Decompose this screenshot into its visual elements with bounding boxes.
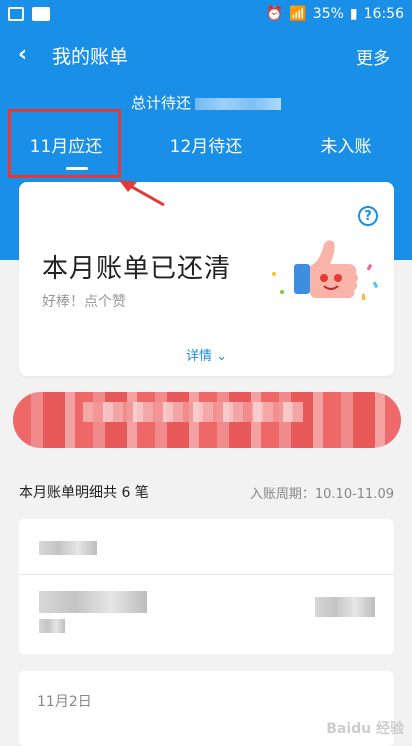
annotation-arrow <box>119 180 165 207</box>
praise-text: 好棒！点个赞 <box>42 294 126 310</box>
tab-unposted[interactable]: 未入账 <box>290 133 402 173</box>
transaction-list <box>19 519 394 654</box>
tab-label: 12月待还 <box>169 137 243 157</box>
page-title: 我的账单 <box>52 46 129 68</box>
divider <box>19 574 394 575</box>
total-due-label: 总计待还 <box>130 94 191 112</box>
bill-paid-status: 本月账单已还清 <box>42 254 232 284</box>
total-due-amount-blurred <box>195 97 281 110</box>
folder-icon <box>32 7 50 21</box>
status-bar: ⏰ 📶 35% ▮ 16:56 <box>0 0 412 30</box>
battery-level: 35% <box>312 6 344 22</box>
back-button[interactable]: ‹ <box>18 42 27 67</box>
details-link[interactable]: 详情 ⌄ <box>19 345 394 364</box>
bill-status-card: ? 本月账单已还清 好棒！点个赞 详情 ⌄ <box>19 182 394 376</box>
date-group-label: 11月2日 <box>37 694 92 710</box>
help-icon[interactable]: ? <box>358 206 378 226</box>
transaction-count: 本月账单明细共 6 笔 <box>19 485 149 501</box>
wifi-icon: 📶 <box>289 6 307 22</box>
chevron-down-icon: ⌄ <box>216 349 228 364</box>
tab-label: 未入账 <box>320 137 372 157</box>
details-label: 详情 <box>185 349 212 364</box>
tab-december-pending[interactable]: 12月待还 <box>150 133 262 173</box>
list-item-blurred-date <box>39 541 97 555</box>
watermark: Baidu 经验 <box>326 721 404 737</box>
battery-icon: ▮ <box>349 6 358 22</box>
more-button[interactable]: 更多 <box>356 44 390 69</box>
annotation-highlight-box <box>8 109 121 178</box>
list-item-blurred-title <box>39 591 147 613</box>
gallery-icon <box>8 7 24 21</box>
thumbs-up-illustration <box>272 240 379 300</box>
billing-period: 入账周期：10.10-11.09 <box>249 487 394 502</box>
promo-banner-blurred[interactable] <box>13 392 401 448</box>
clock: 16:56 <box>363 6 404 22</box>
top-bar: ‹ 我的账单 更多 <box>0 30 412 80</box>
list-item-blurred-amount <box>315 597 375 617</box>
alarm-icon: ⏰ <box>265 6 284 22</box>
list-item-blurred-subtitle <box>39 619 65 633</box>
